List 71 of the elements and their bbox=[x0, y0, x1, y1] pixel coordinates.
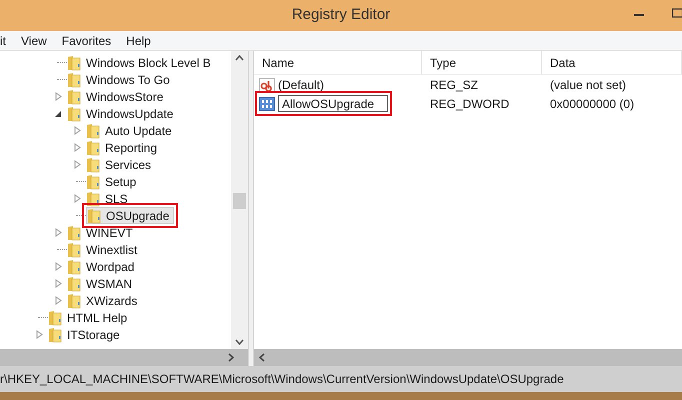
folder-icon bbox=[86, 122, 100, 138]
collapsed-triangle-icon[interactable] bbox=[54, 228, 62, 237]
folder-icon bbox=[67, 276, 81, 292]
rename-field[interactable]: AllowOSUpgrade bbox=[278, 95, 388, 112]
tree-item[interactable]: Windows To Go bbox=[86, 70, 170, 88]
collapsed-triangle-icon[interactable] bbox=[74, 143, 80, 152]
tree-item[interactable]: Setup bbox=[105, 172, 136, 190]
tree-item[interactable]: OSUpgrade bbox=[106, 206, 170, 224]
tree-item[interactable]: HTML Help bbox=[67, 308, 128, 326]
tree-item[interactable]: SLS bbox=[105, 190, 128, 208]
tree-item[interactable]: WINEVT bbox=[86, 224, 133, 242]
collapsed-triangle-icon[interactable] bbox=[54, 262, 62, 271]
folder-icon bbox=[67, 72, 81, 88]
folder-icon bbox=[87, 208, 101, 224]
column-header[interactable]: Name bbox=[254, 51, 422, 74]
value-type: REG_DWORD bbox=[429, 96, 510, 112]
menu-item[interactable]: Favorites bbox=[62, 32, 112, 50]
status-path: r\HKEY_LOCAL_MACHINE\SOFTWARE\Microsoft\Windows\CurrentVersion\WindowsUpdate\OSUpgrade bbox=[0, 371, 564, 388]
window-title: Registry Editor bbox=[292, 5, 390, 26]
folder-icon bbox=[67, 54, 81, 70]
vertical-scrollbar[interactable] bbox=[231, 51, 248, 349]
menu-item[interactable]: View bbox=[21, 32, 47, 50]
expanded-triangle-icon[interactable] bbox=[54, 109, 62, 118]
chevron-up-icon[interactable] bbox=[235, 55, 244, 61]
column-header[interactable]: Type bbox=[422, 51, 542, 74]
chevron-right-icon[interactable] bbox=[228, 353, 234, 362]
tree-item[interactable]: Services bbox=[105, 156, 152, 174]
tree-item[interactable]: Reporting bbox=[105, 138, 158, 156]
collapsed-triangle-icon[interactable] bbox=[36, 330, 42, 339]
tree-item[interactable]: WindowsStore bbox=[86, 88, 164, 106]
value-data: 0x00000000 (0) bbox=[549, 96, 636, 112]
tree-item[interactable]: Winextlist bbox=[86, 240, 138, 258]
column-header[interactable]: Data bbox=[542, 51, 682, 74]
string-value-icon bbox=[259, 78, 275, 92]
folder-icon bbox=[48, 310, 62, 326]
folder-icon bbox=[67, 88, 81, 104]
tree-item[interactable]: ITStorage bbox=[67, 326, 120, 344]
chevron-left-icon[interactable] bbox=[259, 353, 265, 362]
folder-icon bbox=[67, 258, 81, 274]
folder-icon bbox=[67, 242, 81, 258]
collapsed-triangle-icon[interactable] bbox=[74, 160, 80, 169]
folder-icon bbox=[67, 292, 81, 308]
tree-item[interactable]: WSMAN bbox=[86, 274, 132, 292]
tree-item[interactable]: Auto Update bbox=[105, 122, 172, 140]
horizontal-scrollbar[interactable] bbox=[0, 349, 248, 366]
folder-icon bbox=[86, 140, 100, 156]
collapsed-triangle-icon[interactable] bbox=[54, 92, 62, 101]
maximize-icon[interactable] bbox=[672, 8, 682, 18]
folder-icon bbox=[67, 224, 81, 240]
horizontal-scrollbar[interactable] bbox=[254, 349, 682, 366]
value-name[interactable]: (Default) bbox=[278, 76, 324, 94]
menu-item[interactable]: Help bbox=[126, 32, 151, 50]
chevron-down-icon[interactable] bbox=[235, 339, 244, 345]
collapsed-triangle-icon[interactable] bbox=[54, 296, 62, 305]
value-type: REG_SZ bbox=[429, 76, 480, 94]
binary-value-icon bbox=[259, 96, 275, 110]
tree-item[interactable]: XWizards bbox=[86, 292, 138, 310]
value-data: (value not set) bbox=[549, 76, 628, 94]
scrollbar-thumb[interactable] bbox=[233, 193, 246, 209]
folder-icon bbox=[48, 326, 62, 342]
collapsed-triangle-icon[interactable] bbox=[74, 126, 80, 135]
collapsed-triangle-icon[interactable] bbox=[54, 279, 62, 288]
tree-item[interactable]: Wordpad bbox=[86, 258, 134, 276]
folder-icon bbox=[67, 106, 81, 122]
folder-icon bbox=[86, 156, 100, 172]
menu-item[interactable]: it bbox=[0, 32, 6, 50]
tree-item[interactable]: WindowsUpdate bbox=[86, 104, 174, 122]
tree-item[interactable]: Windows Block Level B bbox=[86, 54, 211, 72]
minimize-icon[interactable] bbox=[634, 14, 644, 17]
folder-icon bbox=[86, 174, 100, 190]
collapsed-triangle-icon[interactable] bbox=[74, 194, 80, 203]
